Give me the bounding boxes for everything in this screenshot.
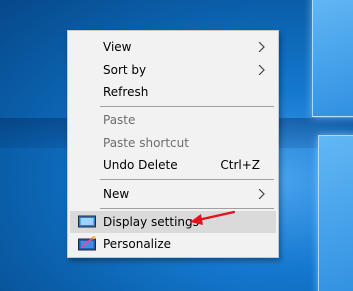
- menu-item-label: View: [103, 40, 132, 54]
- menu-item-refresh[interactable]: Refresh: [70, 81, 276, 103]
- chevron-right-icon: [258, 42, 265, 52]
- menu-item-shortcut: Ctrl+Z: [220, 158, 260, 172]
- menu-separator: [100, 179, 274, 180]
- menu-item-personalize[interactable]: Personalize: [70, 233, 276, 255]
- menu-item-undo-delete[interactable]: Undo Delete Ctrl+Z: [70, 154, 276, 176]
- desktop-context-menu: View Sort by Refresh Paste Paste shortcu…: [67, 30, 279, 258]
- menu-item-label: Undo Delete: [103, 158, 178, 172]
- menu-item-paste[interactable]: Paste: [70, 109, 276, 131]
- menu-item-label: Paste shortcut: [103, 136, 189, 150]
- menu-separator: [100, 208, 274, 209]
- menu-item-paste-shortcut[interactable]: Paste shortcut: [70, 132, 276, 154]
- wallpaper-window-pane: [312, 0, 353, 117]
- menu-item-new[interactable]: New: [70, 183, 276, 205]
- menu-item-sort-by[interactable]: Sort by: [70, 59, 276, 81]
- chevron-right-icon: [258, 65, 265, 75]
- annotation-arrow-icon: [190, 210, 236, 225]
- menu-item-label: New: [103, 187, 130, 201]
- menu-item-label: Personalize: [103, 237, 172, 251]
- menu-item-label: Sort by: [103, 63, 147, 77]
- menu-separator: [100, 106, 274, 107]
- chevron-right-icon: [258, 189, 265, 199]
- menu-item-label: Refresh: [103, 85, 149, 99]
- menu-item-display-settings[interactable]: Display settings: [70, 211, 276, 233]
- menu-item-label: Display settings: [103, 215, 199, 229]
- display-settings-icon: [78, 215, 96, 228]
- personalize-icon: [78, 236, 96, 251]
- menu-item-view[interactable]: View: [70, 36, 276, 58]
- menu-item-label: Paste: [103, 113, 136, 127]
- wallpaper-window-pane: [318, 135, 353, 291]
